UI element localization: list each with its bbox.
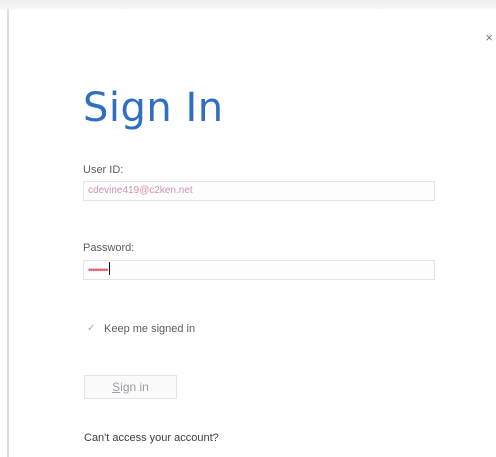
user-id-label: User ID: (83, 164, 124, 176)
window-top-strip (0, 0, 496, 9)
user-id-field[interactable]: cdevine419@c2ken.net (83, 181, 435, 201)
sign-in-button[interactable]: Sign in (84, 375, 177, 399)
page-title: Sign In (83, 85, 224, 131)
user-id-value: cdevine419@c2ken.net (88, 185, 193, 196)
password-field[interactable]: ••••••••• (83, 260, 435, 280)
keep-signed-in-checkbox[interactable]: ✓ Keep me signed in (87, 323, 195, 335)
cant-access-account-link[interactable]: Can't access your account? (84, 432, 219, 444)
text-cursor (109, 262, 111, 275)
password-label: Password: (83, 242, 135, 254)
close-icon[interactable]: × (485, 31, 493, 44)
password-mask: ••••••••• (88, 265, 108, 275)
checkmark-icon: ✓ (87, 323, 96, 334)
sign-in-button-label: ign in (120, 380, 149, 394)
keep-signed-in-label: Keep me signed in (104, 323, 196, 335)
sign-in-button-accesskey: S (112, 380, 121, 394)
sign-in-dialog: × Sign In User ID: cdevine419@c2ken.net … (9, 9, 496, 457)
